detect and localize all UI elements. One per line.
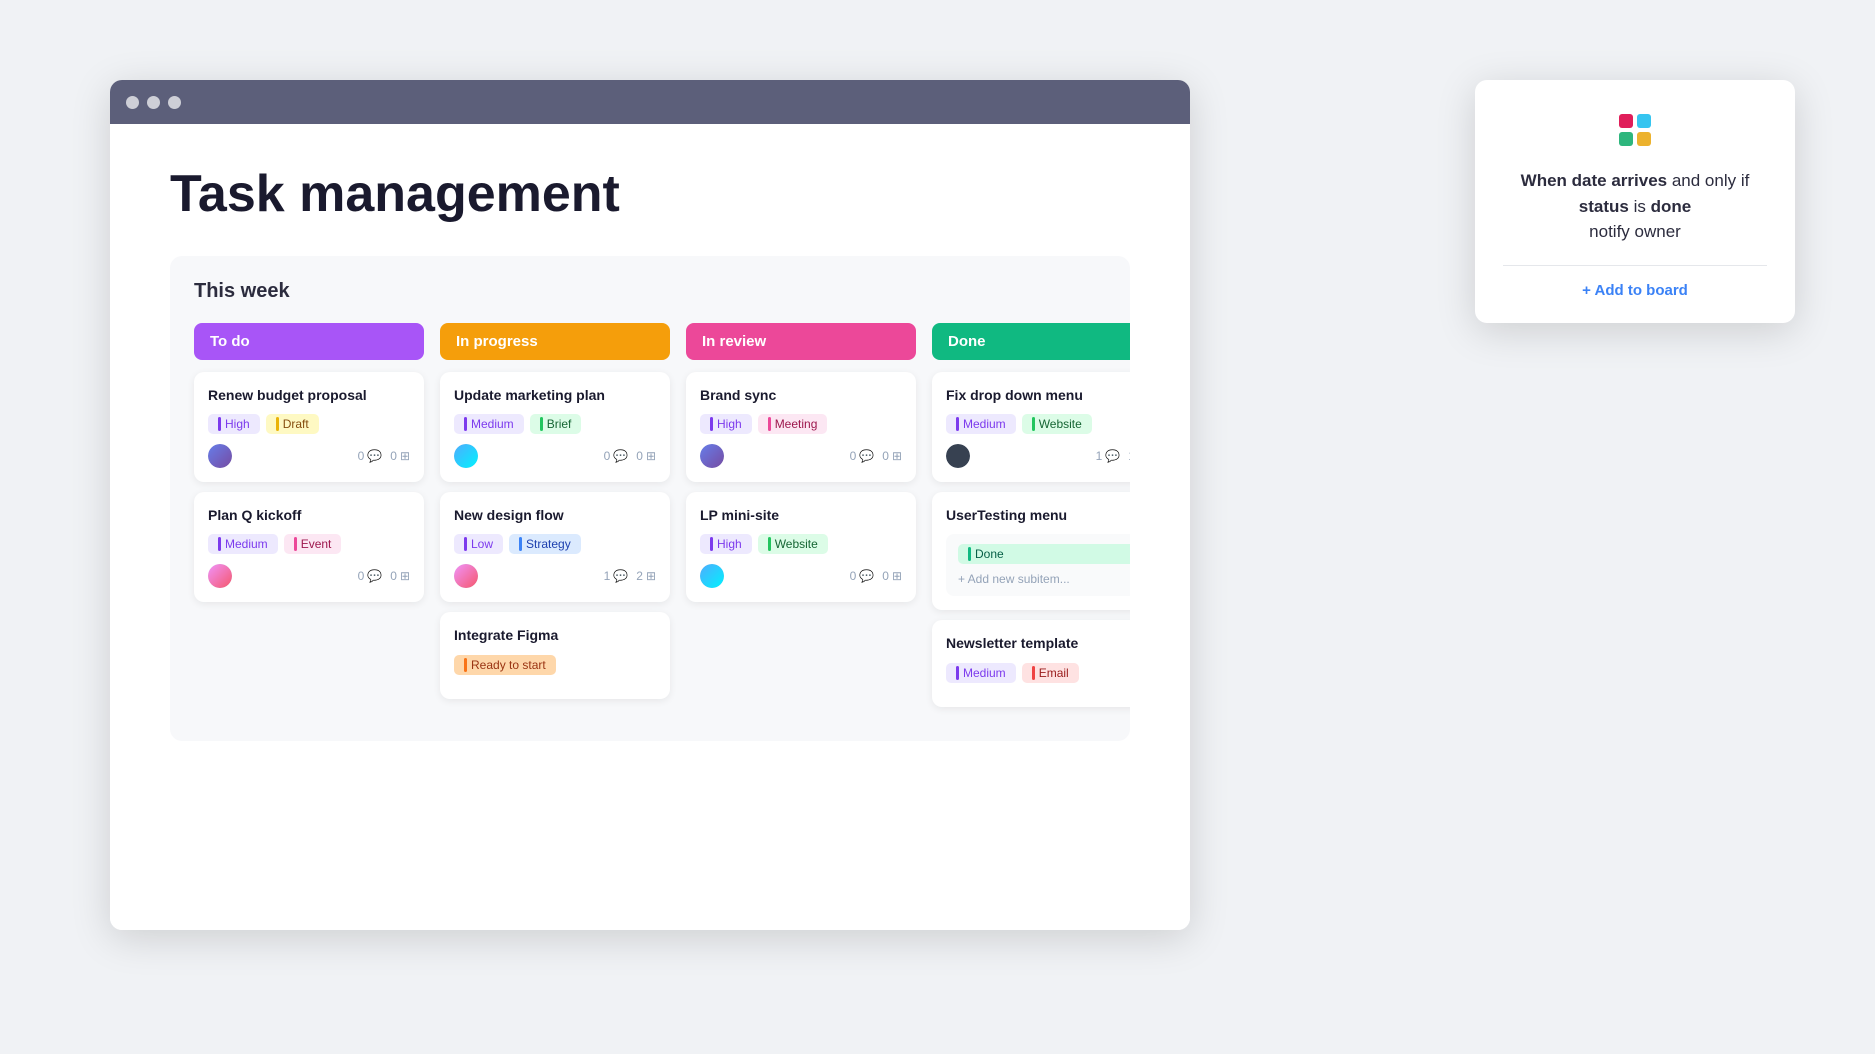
page-wrapper: Task management This week To do Renew bu…	[0, 0, 1875, 1054]
column-todo: To do Renew budget proposal High	[194, 323, 424, 612]
comment-count: 0 💬	[358, 449, 383, 463]
columns-row: To do Renew budget proposal High	[194, 323, 1106, 717]
subitem-area: Done + Add new subitem...	[946, 534, 1130, 596]
card-meta: 0 💬 0 ⊞	[604, 449, 656, 463]
avatar	[454, 564, 478, 588]
card-footer: 0 💬 0 ⊞	[700, 564, 902, 588]
tag-draft: Draft	[266, 414, 319, 434]
column-header-inprogress: In progress	[440, 323, 670, 360]
slack-popup-text: When date arrives and only if status is …	[1503, 168, 1767, 245]
tag-done: Done	[958, 544, 1130, 564]
card-footer: 1 💬 2 ⊞	[454, 564, 656, 588]
card-meta: 0 💬 0 ⊞	[850, 449, 902, 463]
card-title: Update marketing plan	[454, 386, 656, 404]
tag-website: Website	[758, 534, 828, 554]
tag-high: High	[208, 414, 260, 434]
card-integrate-figma[interactable]: Integrate Figma Ready to start	[440, 612, 670, 698]
card-new-design-flow[interactable]: New design flow Low Strategy	[440, 492, 670, 602]
tags-row: Medium Brief	[454, 414, 656, 434]
card-usertesting[interactable]: UserTesting menu Done + Add new subitem.…	[932, 492, 1130, 610]
browser-dot-3	[168, 96, 181, 109]
card-footer: 0 💬 0 ⊞	[700, 444, 902, 468]
slack-divider	[1503, 265, 1767, 266]
avatar	[700, 444, 724, 468]
card-plan-q[interactable]: Plan Q kickoff Medium Event	[194, 492, 424, 602]
column-done: Done Fix drop down menu Medium	[932, 323, 1130, 717]
card-update-marketing[interactable]: Update marketing plan Medium Brief	[440, 372, 670, 482]
browser-titlebar	[110, 80, 1190, 124]
page-title: Task management	[170, 164, 1130, 224]
avatar	[700, 564, 724, 588]
add-subitem-button[interactable]: + Add new subitem...	[958, 572, 1130, 586]
card-meta: 1 💬 1 ⊞	[1096, 449, 1130, 463]
card-title: LP mini-site	[700, 506, 902, 524]
card-meta: 1 💬 2 ⊞	[604, 569, 656, 583]
avatar	[454, 444, 478, 468]
card-renew-budget[interactable]: Renew budget proposal High Draft	[194, 372, 424, 482]
column-header-done: Done	[932, 323, 1130, 360]
tag-brief: Brief	[530, 414, 582, 434]
card-brand-sync[interactable]: Brand sync High Meeting	[686, 372, 916, 482]
tag-email: Email	[1022, 663, 1079, 683]
card-lp-minisite[interactable]: LP mini-site High Website	[686, 492, 916, 602]
tag-event: Event	[284, 534, 342, 554]
column-inreview: In review Brand sync High	[686, 323, 916, 612]
board-container: This week To do Renew budget proposal	[170, 256, 1130, 741]
card-footer: 1 💬 1 ⊞	[946, 444, 1130, 468]
column-header-todo: To do	[194, 323, 424, 360]
card-title: Fix drop down menu	[946, 386, 1130, 404]
browser-dot-2	[147, 96, 160, 109]
card-title: Plan Q kickoff	[208, 506, 410, 524]
card-footer: 0 💬 0 ⊞	[454, 444, 656, 468]
tag-meeting: Meeting	[758, 414, 828, 434]
column-inprogress: In progress Update marketing plan Medium	[440, 323, 670, 709]
tag-low: Low	[454, 534, 503, 554]
tag-ready: Ready to start	[454, 655, 556, 675]
subtask-count: 0 ⊞	[390, 449, 410, 463]
board-title: This week	[194, 280, 1106, 303]
add-to-board-button[interactable]: + Add to board	[1503, 282, 1767, 299]
card-title: Brand sync	[700, 386, 902, 404]
avatar	[208, 444, 232, 468]
tags-row: High Draft	[208, 414, 410, 434]
card-footer: 0 💬 0 ⊞	[208, 564, 410, 588]
tag-medium: Medium	[454, 414, 524, 434]
tags-row: Low Strategy	[454, 534, 656, 554]
tags-row: High Meeting	[700, 414, 902, 434]
tags-row: Ready to start	[454, 655, 656, 675]
card-fix-dropdown[interactable]: Fix drop down menu Medium Website	[932, 372, 1130, 482]
slack-popup: When date arrives and only if status is …	[1475, 80, 1795, 323]
tag-medium: Medium	[946, 414, 1016, 434]
card-title: UserTesting menu	[946, 506, 1130, 524]
card-footer: 0 💬 0 ⊞	[208, 444, 410, 468]
card-meta: 0 💬 0 ⊞	[358, 569, 410, 583]
browser-dot-1	[126, 96, 139, 109]
tag-strategy: Strategy	[509, 534, 581, 554]
card-meta: 0 💬 0 ⊞	[358, 449, 410, 463]
tag-high: High	[700, 414, 752, 434]
avatar	[208, 564, 232, 588]
tags-row: Medium Event	[208, 534, 410, 554]
card-title: New design flow	[454, 506, 656, 524]
slack-logo	[1503, 108, 1767, 152]
card-title: Renew budget proposal	[208, 386, 410, 404]
tag-medium: Medium	[946, 663, 1016, 683]
card-meta: 0 💬 0 ⊞	[850, 569, 902, 583]
card-title: Integrate Figma	[454, 626, 656, 644]
tags-row: Medium Email	[946, 663, 1130, 683]
column-header-inreview: In review	[686, 323, 916, 360]
browser-window: Task management This week To do Renew bu…	[110, 80, 1190, 930]
tag-website: Website	[1022, 414, 1092, 434]
card-title: Newsletter template	[946, 634, 1130, 652]
avatar	[946, 444, 970, 468]
card-newsletter[interactable]: Newsletter template Medium Email	[932, 620, 1130, 706]
browser-content: Task management This week To do Renew bu…	[110, 124, 1190, 930]
tags-row: High Website	[700, 534, 902, 554]
tag-medium: Medium	[208, 534, 278, 554]
tag-high: High	[700, 534, 752, 554]
tags-row: Medium Website	[946, 414, 1130, 434]
